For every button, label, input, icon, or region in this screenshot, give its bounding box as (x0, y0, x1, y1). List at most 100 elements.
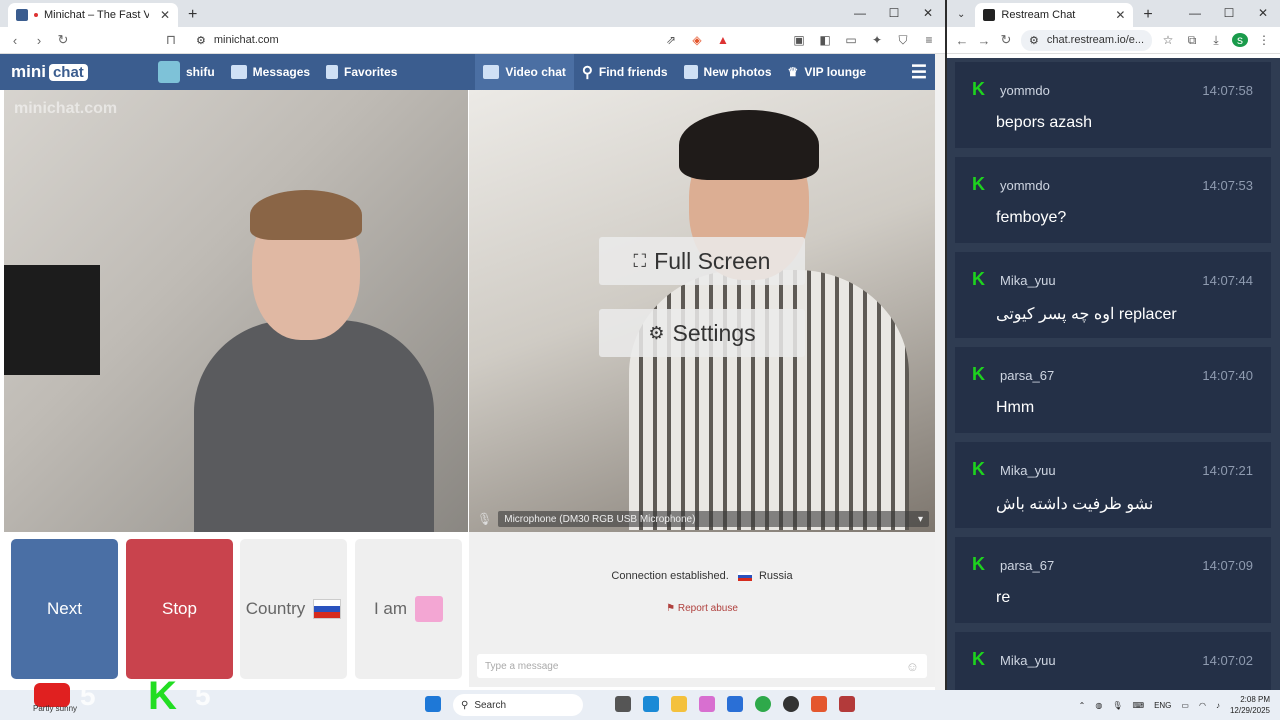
avatar (158, 61, 180, 83)
back-icon[interactable]: ← (955, 33, 969, 48)
brave-icon[interactable] (811, 696, 827, 712)
forward-icon[interactable]: → (977, 33, 991, 48)
country-button[interactable]: Country (240, 539, 347, 679)
nav-profile[interactable]: shifu (150, 54, 223, 90)
full-screen-button[interactable]: ⛶ Full Screen (599, 237, 805, 285)
weather-text[interactable]: Partly sunny (33, 704, 77, 713)
network-icon[interactable]: ◍ (1095, 701, 1102, 710)
message-placeholder: Type a message (485, 660, 559, 672)
obs-icon[interactable] (783, 696, 799, 712)
minimize-button[interactable]: — (843, 0, 877, 27)
close-window-button[interactable]: ✕ (911, 0, 945, 27)
chat-username: parsa_67 (1000, 368, 1055, 383)
wifi-icon[interactable]: ◠ (1199, 701, 1206, 710)
nav-label: New photos (703, 65, 772, 79)
system-tray: ⌃ ◍ 🎙 ⌨ ENG ▭ ◠ ♪ 2:08 PM 12/29/2025 (1079, 694, 1270, 716)
new-tab-button[interactable]: + (1133, 3, 1162, 27)
kick-icon: K (972, 459, 985, 479)
reload-icon[interactable]: ↻ (56, 32, 70, 48)
menu-icon[interactable]: ≡ (921, 33, 937, 47)
nav-new-photos[interactable]: New photos (676, 54, 780, 90)
taskview-icon[interactable] (615, 696, 631, 712)
kick-icon: K (972, 79, 985, 99)
rewards-icon[interactable]: ▲ (715, 33, 731, 47)
message-input[interactable]: Type a message ☺ (477, 654, 927, 678)
nav-vip-lounge[interactable]: ♛ VIP lounge (780, 54, 875, 90)
close-window-button[interactable]: ✕ (1246, 0, 1280, 27)
store-icon[interactable] (727, 696, 743, 712)
download-icon[interactable]: ⤓ (1208, 33, 1224, 48)
keyboard-icon[interactable]: ⌨ (1133, 701, 1145, 710)
maximize-button[interactable]: ☐ (1212, 0, 1246, 27)
minichat-browser-window: Minichat – The Fast Video Ch ✕ + — ☐ ✕ ‹… (0, 0, 945, 690)
clock[interactable]: 2:08 PM 12/29/2025 (1230, 694, 1270, 716)
chevron-up-icon[interactable]: ⌃ (1079, 701, 1086, 710)
nav-favorites[interactable]: Favorites (318, 54, 405, 90)
url-field[interactable]: ⚙ chat.restream.io/e... (1020, 29, 1153, 51)
site-info-icon[interactable]: ⚙ (1029, 34, 1039, 47)
close-tab-icon[interactable]: ✕ (1115, 8, 1125, 22)
leo-icon[interactable]: ✦ (869, 33, 885, 47)
stop-button[interactable]: Stop (126, 539, 233, 679)
copilot-icon[interactable] (699, 696, 715, 712)
tab-minichat[interactable]: Minichat – The Fast Video Ch ✕ (8, 3, 178, 27)
share-icon[interactable]: ⇗ (663, 33, 679, 47)
microphone-select[interactable]: Microphone (DM30 RGB USB Microphone) ▾ (498, 511, 929, 527)
reader-icon[interactable]: ▣ (791, 33, 807, 47)
volume-icon[interactable]: ♪ (1216, 701, 1220, 710)
app-icon[interactable] (839, 696, 855, 712)
forward-icon[interactable]: › (32, 33, 46, 48)
vpn-icon[interactable]: ⛉ (895, 33, 911, 48)
kick-icon: K (972, 649, 985, 669)
url-field[interactable]: ⚙ minichat.com (188, 30, 653, 51)
chrome-icon[interactable] (755, 696, 771, 712)
menu-icon[interactable]: ⋮ (1256, 33, 1272, 47)
settings-button[interactable]: ⚙ Settings (599, 309, 805, 357)
hamburger-menu-icon[interactable]: ☰ (911, 62, 927, 83)
minichat-logo[interactable]: mini chat (0, 62, 150, 82)
site-info-icon[interactable]: ⚙ (196, 34, 206, 47)
explorer-icon[interactable] (671, 696, 687, 712)
mic-icon[interactable]: 🎙 (1112, 701, 1122, 710)
profile-avatar[interactable]: s (1232, 33, 1248, 47)
full-screen-label: Full Screen (654, 247, 771, 274)
kick-icon: K (972, 554, 985, 574)
page-scrollbar[interactable] (935, 54, 945, 690)
fullscreen-icon: ⛶ (633, 250, 647, 271)
language-indicator[interactable]: ENG (1154, 701, 1171, 710)
wallet-icon[interactable]: ▭ (843, 33, 859, 47)
gender-button[interactable]: I am (355, 539, 462, 679)
extensions-icon[interactable]: ⧉ (1184, 33, 1200, 48)
close-tab-icon[interactable]: ✕ (160, 8, 170, 22)
reload-icon[interactable]: ↻ (999, 32, 1013, 48)
nav-messages[interactable]: Messages (223, 54, 318, 90)
russia-flag-icon (313, 599, 342, 619)
minichat-navbar: mini chat shifu Messages Favorites Video… (0, 54, 935, 90)
search-icon: ⚲ (461, 699, 469, 711)
new-tab-button[interactable]: + (178, 3, 207, 27)
taskbar-search[interactable]: ⚲ Search (453, 694, 583, 716)
next-button[interactable]: Next (11, 539, 118, 679)
chat-message: K Mika_yuu 14:07:21 نشو ظرفیت داشته باش (955, 442, 1271, 528)
star-icon[interactable]: ☆ (1160, 33, 1176, 47)
url-text: chat.restream.io/e... (1046, 34, 1145, 46)
emoji-icon[interactable]: ☺ (906, 659, 919, 674)
clock-date: 12/29/2025 (1229, 706, 1270, 715)
report-abuse-link[interactable]: ⚑ Report abuse (469, 603, 935, 614)
sidebar-icon[interactable]: ◧ (817, 33, 833, 47)
bookmark-icon[interactable]: ⊓ (164, 32, 178, 48)
tab-restream[interactable]: Restream Chat ✕ (975, 3, 1134, 27)
maximize-button[interactable]: ☐ (877, 0, 911, 27)
brave-shield-icon[interactable]: ◈ (689, 33, 705, 47)
minimize-button[interactable]: — (1178, 0, 1212, 27)
nav-video-chat[interactable]: Video chat (475, 54, 574, 90)
start-icon[interactable] (425, 696, 441, 712)
edge-icon[interactable] (643, 696, 659, 712)
grid-icon (683, 65, 698, 79)
tab-list-icon[interactable]: ⌄ (947, 3, 975, 27)
display-icon[interactable]: ▭ (1181, 701, 1189, 710)
back-icon[interactable]: ‹ (8, 33, 22, 48)
nav-find-friends[interactable]: ⚲ Find friends (574, 54, 676, 90)
chat-username: Mika_yuu (1000, 653, 1056, 668)
flag-icon: ⚑ (666, 603, 676, 614)
